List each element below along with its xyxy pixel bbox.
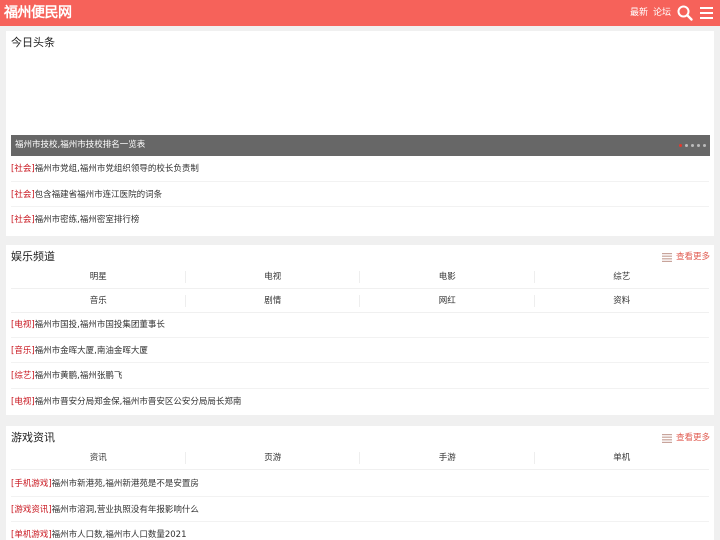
news-title[interactable]: 福州市新港苑,福州新港苑是不是安置房 <box>52 479 199 489</box>
news-title[interactable]: 福州市党组,福州市党组织领导的校长负责制 <box>35 164 199 174</box>
list-item[interactable]: [单机游戏]福州市人口数,福州市人口数量2021 <box>11 522 709 540</box>
news-tag: [单机游戏] <box>11 530 52 540</box>
headline-slider[interactable]: 福州市技校,福州市技校排名一览表 <box>11 53 710 156</box>
games-header: 游戏资讯 查看更多 <box>6 426 714 448</box>
list-item[interactable]: [电视]福州市国投,福州市国投集团董事长 <box>11 312 709 338</box>
list-item[interactable]: [社会]福州市党组,福州市党组织领导的校长负责制 <box>11 156 709 182</box>
news-tag: [手机游戏] <box>11 479 52 489</box>
news-title[interactable]: 福州市晋安分局郑金保,福州市晋安区公安分局局长郑南 <box>35 397 242 407</box>
list-icon <box>661 434 672 443</box>
slide-caption[interactable]: 福州市技校,福州市技校排名一览表 <box>15 139 145 152</box>
nav-latest-link[interactable]: 最新 <box>630 6 648 20</box>
category-webgame[interactable]: 页游 <box>186 446 361 470</box>
games-categories: 资讯 页游 手游 单机 <box>11 446 709 470</box>
headline-news-list: [社会]福州市党组,福州市党组织领导的校长负责制 [社会]包含福建省福州市连江医… <box>6 156 714 233</box>
news-tag: [社会] <box>11 164 35 174</box>
entertainment-news-list: [电视]福州市国投,福州市国投集团董事长 [音乐]福州市金晖大厦,南油金晖大厦 … <box>6 312 714 414</box>
list-icon <box>661 253 672 262</box>
headlines-title: 今日头条 <box>11 36 55 49</box>
list-item[interactable]: [社会]包含福建省福州市连江医院的词条 <box>11 182 709 207</box>
more-label[interactable]: 查看更多 <box>676 252 710 262</box>
news-title[interactable]: 福州市溶洞,营业执照没有年报影响什么 <box>52 505 199 515</box>
headlines-section: 今日头条 福州市技校,福州市技校排名一览表 [社会]福州市党组,福州市党组织领导… <box>6 31 714 236</box>
category-row: 资讯 页游 手游 单机 <box>11 446 709 470</box>
news-tag: [社会] <box>11 189 35 200</box>
entertainment-categories: 明星 电视 电影 综艺 音乐 剧情 网红 资料 <box>11 265 709 313</box>
news-title[interactable]: 福州市人口数,福州市人口数量2021 <box>52 530 187 540</box>
category-news[interactable]: 资讯 <box>11 446 186 470</box>
category-variety[interactable]: 综艺 <box>535 265 710 289</box>
slider-dot[interactable] <box>679 144 682 147</box>
news-tag: [社会] <box>11 215 35 225</box>
slider-dot[interactable] <box>685 144 688 147</box>
menu-icon[interactable] <box>698 4 716 22</box>
category-star[interactable]: 明星 <box>11 265 186 289</box>
category-mobile[interactable]: 手游 <box>360 446 535 470</box>
nav-forum-link[interactable]: 论坛 <box>653 6 671 20</box>
headlines-header: 今日头条 <box>6 31 714 53</box>
news-tag: [电视] <box>11 320 35 330</box>
list-item[interactable]: [综艺]福州市黄鹏,福州张鹏飞 <box>11 363 709 389</box>
list-item[interactable]: [电视]福州市晋安分局郑金保,福州市晋安区公安分局局长郑南 <box>11 389 709 415</box>
games-title: 游戏资讯 <box>11 431 55 444</box>
category-influencer[interactable]: 网红 <box>360 289 535 313</box>
entertainment-more-link[interactable]: 查看更多 <box>661 251 710 263</box>
news-title[interactable]: 福州市金晖大厦,南油金晖大厦 <box>35 346 148 356</box>
games-news-list: [手机游戏]福州市新港苑,福州新港苑是不是安置房 [游戏资讯]福州市溶洞,营业执… <box>6 471 714 540</box>
category-standalone[interactable]: 单机 <box>535 446 710 470</box>
news-title[interactable]: 福州市黄鹏,福州张鹏飞 <box>35 371 123 381</box>
entertainment-section: 娱乐频道 查看更多 明星 电视 电影 综艺 音乐 剧情 网红 资料 [电视]福州… <box>6 245 714 415</box>
slider-dot[interactable] <box>691 144 694 147</box>
list-item[interactable]: [游戏资讯]福州市溶洞,营业执照没有年报影响什么 <box>11 497 709 522</box>
news-tag: [音乐] <box>11 345 35 356</box>
site-logo[interactable]: 福州便民网 <box>4 4 72 22</box>
games-section: 游戏资讯 查看更多 资讯 页游 手游 单机 [手机游戏]福州市新港苑,福州新港苑… <box>6 426 714 540</box>
news-tag: [综艺] <box>11 371 35 381</box>
category-drama[interactable]: 剧情 <box>186 289 361 313</box>
category-movie[interactable]: 电影 <box>360 265 535 289</box>
news-tag: [游戏资讯] <box>11 504 52 515</box>
slider-dot[interactable] <box>697 144 700 147</box>
news-title[interactable]: 福州市国投,福州市国投集团董事长 <box>35 320 165 330</box>
category-info[interactable]: 资料 <box>535 289 710 313</box>
slider-dot[interactable] <box>703 144 706 147</box>
list-item[interactable]: [音乐]福州市金晖大厦,南油金晖大厦 <box>11 338 709 363</box>
more-label[interactable]: 查看更多 <box>676 433 710 443</box>
category-row: 明星 电视 电影 综艺 <box>11 265 709 289</box>
news-title[interactable]: 包含福建省福州市连江医院的词条 <box>35 190 163 200</box>
entertainment-header: 娱乐频道 查看更多 <box>6 245 714 267</box>
search-icon[interactable] <box>676 4 694 22</box>
news-tag: [电视] <box>11 396 35 407</box>
list-item[interactable]: [手机游戏]福州市新港苑,福州新港苑是不是安置房 <box>11 471 709 497</box>
category-row: 音乐 剧情 网红 资料 <box>11 289 709 313</box>
games-more-link[interactable]: 查看更多 <box>661 432 710 444</box>
category-music[interactable]: 音乐 <box>11 289 186 313</box>
list-item[interactable]: [社会]福州市密练,福州密室排行榜 <box>11 207 709 233</box>
news-title[interactable]: 福州市密练,福州密室排行榜 <box>35 215 140 225</box>
slide-caption-bar[interactable]: 福州市技校,福州市技校排名一览表 <box>11 135 710 156</box>
category-tv[interactable]: 电视 <box>186 265 361 289</box>
entertainment-title: 娱乐频道 <box>11 250 55 263</box>
top-navbar: 福州便民网 最新 论坛 <box>0 0 720 26</box>
